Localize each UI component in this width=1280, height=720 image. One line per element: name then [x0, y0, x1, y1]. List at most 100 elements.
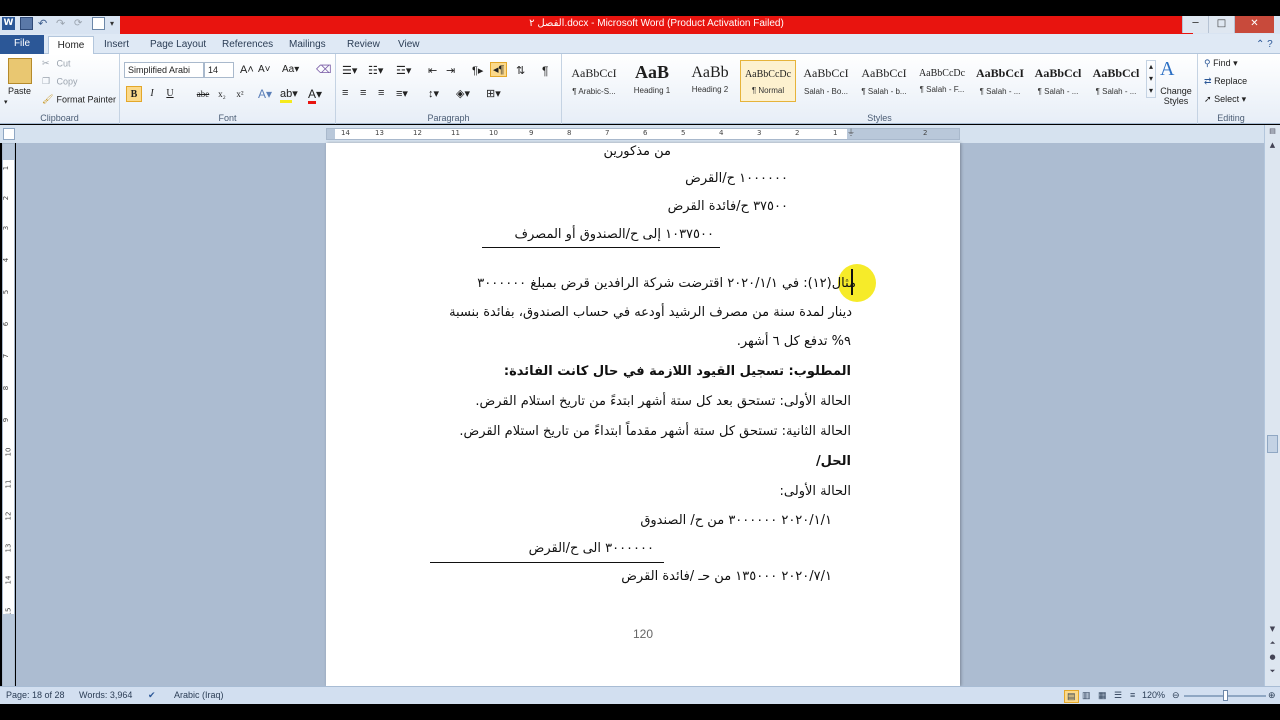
style-salah-bo[interactable]: AaBbCcI Salah - Bo...	[798, 60, 854, 102]
change-case-icon[interactable]: Aa▾	[282, 64, 299, 75]
zoom-in-icon[interactable]: ⊕	[1268, 690, 1276, 701]
clear-formatting-icon[interactable]: ⌫	[316, 63, 332, 76]
ruler-number: 7	[2, 353, 11, 359]
font-color-icon[interactable]: A▾	[308, 87, 322, 104]
grow-font-icon[interactable]: A˄	[240, 64, 254, 76]
rtl-direction-icon[interactable]: ◂¶	[490, 62, 508, 77]
help-icon[interactable]: ⌃ ?	[1256, 36, 1273, 54]
close-button[interactable]: ✕	[1234, 16, 1274, 33]
align-left-icon[interactable]: ≡	[342, 87, 348, 99]
highlight-icon[interactable]: ab▾	[280, 87, 298, 103]
draft-icon[interactable]: ≡	[1130, 690, 1135, 700]
proofing-icon[interactable]: ✔	[148, 690, 156, 701]
tab-references[interactable]: References	[222, 36, 273, 54]
next-page-icon[interactable]: ⏷	[1267, 667, 1278, 679]
bold-button[interactable]: B	[126, 86, 142, 102]
web-layout-icon[interactable]: ▦	[1098, 690, 1107, 701]
copy-label: Copy	[56, 76, 78, 87]
subscript-button[interactable]: x₂	[214, 86, 230, 102]
word-app-icon[interactable]: W	[2, 17, 15, 30]
tab-mailings[interactable]: Mailings	[289, 36, 326, 54]
print-preview-icon[interactable]	[92, 17, 105, 30]
tab-insert[interactable]: Insert	[104, 36, 129, 54]
repeat-icon[interactable]: ⟳	[74, 17, 87, 30]
borders-icon[interactable]: ⊞▾	[486, 87, 501, 100]
justify-icon[interactable]: ≡▾	[396, 87, 408, 100]
strikethrough-button[interactable]: abe	[192, 86, 214, 102]
line-spacing-icon[interactable]: ↕▾	[428, 87, 439, 100]
tab-review[interactable]: Review	[347, 36, 380, 54]
ltr-direction-icon[interactable]: ¶▸	[472, 64, 483, 77]
scroll-thumb[interactable]	[1267, 435, 1278, 453]
scroll-up-icon[interactable]: ▲	[1267, 141, 1278, 153]
vertical-ruler[interactable]: 1 2 3 4 5 6 7 8 9 10 11 12 13 14 15	[2, 143, 15, 686]
cut-button[interactable]: ✂ Cut	[42, 58, 71, 70]
zoom-slider-thumb[interactable]	[1223, 690, 1228, 701]
text-effects-icon[interactable]: A▾	[258, 87, 272, 101]
change-styles-button[interactable]: Change Styles	[1156, 86, 1196, 106]
align-right-icon[interactable]: ≡	[378, 87, 384, 99]
italic-button[interactable]: I	[144, 86, 160, 102]
document-page[interactable]: من مذكورين ١٠٠٠٠٠٠ ح/القرض ٣٧٥٠٠ ح/فائدة…	[326, 143, 960, 686]
redo-icon[interactable]: ↷	[56, 17, 69, 30]
style-salah-4[interactable]: AaBbCcI ¶ Salah - ...	[972, 60, 1028, 102]
sort-icon[interactable]: ⇅	[516, 64, 525, 77]
font-name-select[interactable]: Simplified Arabi	[124, 62, 204, 78]
style-salah-f[interactable]: AaBbCcDc ¶ Salah - F...	[914, 60, 970, 102]
format-painter-button[interactable]: 🖌 Format Painter	[42, 94, 116, 106]
tab-file[interactable]: File	[0, 35, 44, 54]
styles-scroll-icon[interactable]: ▴ ▾ ▾	[1146, 60, 1156, 98]
paste-button[interactable]: Paste	[8, 86, 31, 96]
tab-page-layout[interactable]: Page Layout	[150, 36, 206, 54]
find-button[interactable]: ⚲ Find ▾	[1204, 58, 1238, 69]
increase-indent-icon[interactable]: ⇥	[446, 64, 455, 77]
previous-page-icon[interactable]: ⏶	[1267, 639, 1278, 651]
horizontal-ruler[interactable]: 14 13 12 11 10 9 8 7 6 5 4 3 2 1 2 ⏚	[326, 128, 960, 140]
copy-button[interactable]: ❐ Copy	[42, 76, 78, 88]
select-browse-object-icon[interactable]: ●	[1267, 653, 1278, 665]
change-styles-icon[interactable]: A	[1160, 58, 1174, 81]
style-heading-2[interactable]: AaBb Heading 2	[682, 60, 738, 102]
scroll-down-icon[interactable]: ▼	[1267, 625, 1278, 637]
ruler-number: 4	[2, 257, 11, 263]
style-arabic-s[interactable]: AaBbCcI ¶ Arabic-S...	[566, 60, 622, 102]
show-formatting-icon[interactable]: ¶	[542, 64, 548, 78]
shading-icon[interactable]: ◈▾	[456, 87, 470, 100]
superscript-button[interactable]: x²	[232, 86, 248, 102]
style-salah-5[interactable]: AaBbCcl ¶ Salah - ...	[1030, 60, 1086, 102]
shrink-font-icon[interactable]: A˅	[258, 64, 271, 75]
minimize-button[interactable]: ─	[1182, 16, 1208, 33]
select-button[interactable]: ➚ Select ▾	[1204, 94, 1246, 105]
tab-home[interactable]: Home	[48, 36, 94, 54]
language[interactable]: Arabic (Iraq)	[174, 690, 224, 700]
bullets-icon[interactable]: ☰▾	[342, 64, 357, 77]
decrease-indent-icon[interactable]: ⇤	[428, 64, 437, 77]
full-screen-reading-icon[interactable]: ▥	[1082, 690, 1091, 701]
numbering-icon[interactable]: ☷▾	[368, 64, 383, 77]
multilevel-list-icon[interactable]: ☲▾	[396, 64, 411, 77]
style-normal[interactable]: AaBbCcDc ¶ Normal	[740, 60, 796, 102]
indent-marker-icon[interactable]: ⏚	[847, 127, 855, 138]
tab-selector-icon[interactable]	[3, 128, 15, 140]
zoom-level[interactable]: 120%	[1142, 690, 1165, 700]
tab-view[interactable]: View	[398, 36, 420, 54]
replace-button[interactable]: ⇄ Replace	[1204, 76, 1247, 87]
underline-button[interactable]: U	[162, 86, 178, 102]
maximize-button[interactable]: □	[1208, 16, 1234, 33]
ruler-toggle-icon[interactable]: ▤	[1267, 127, 1278, 139]
word-count[interactable]: Words: 3,964	[79, 690, 132, 700]
vertical-scrollbar[interactable]: ▤ ▲ ▼ ⏶ ● ⏷	[1264, 125, 1280, 686]
print-layout-icon[interactable]: ▤	[1064, 690, 1079, 703]
save-icon[interactable]	[20, 17, 33, 30]
align-center-icon[interactable]: ≡	[360, 87, 366, 99]
undo-icon[interactable]: ↶	[38, 17, 51, 30]
font-size-select[interactable]: 14	[204, 62, 234, 78]
style-heading-1[interactable]: AaB Heading 1	[624, 60, 680, 102]
paste-dropdown-icon[interactable]: ▾	[4, 98, 8, 106]
style-salah-6[interactable]: AaBbCcl ¶ Salah - ...	[1088, 60, 1144, 102]
zoom-out-icon[interactable]: ⊖	[1172, 690, 1180, 701]
paste-icon[interactable]	[8, 58, 32, 84]
outline-icon[interactable]: ☰	[1114, 690, 1122, 701]
page-count[interactable]: Page: 18 of 28	[6, 690, 65, 700]
style-salah-b[interactable]: AaBbCcI ¶ Salah - b...	[856, 60, 912, 102]
